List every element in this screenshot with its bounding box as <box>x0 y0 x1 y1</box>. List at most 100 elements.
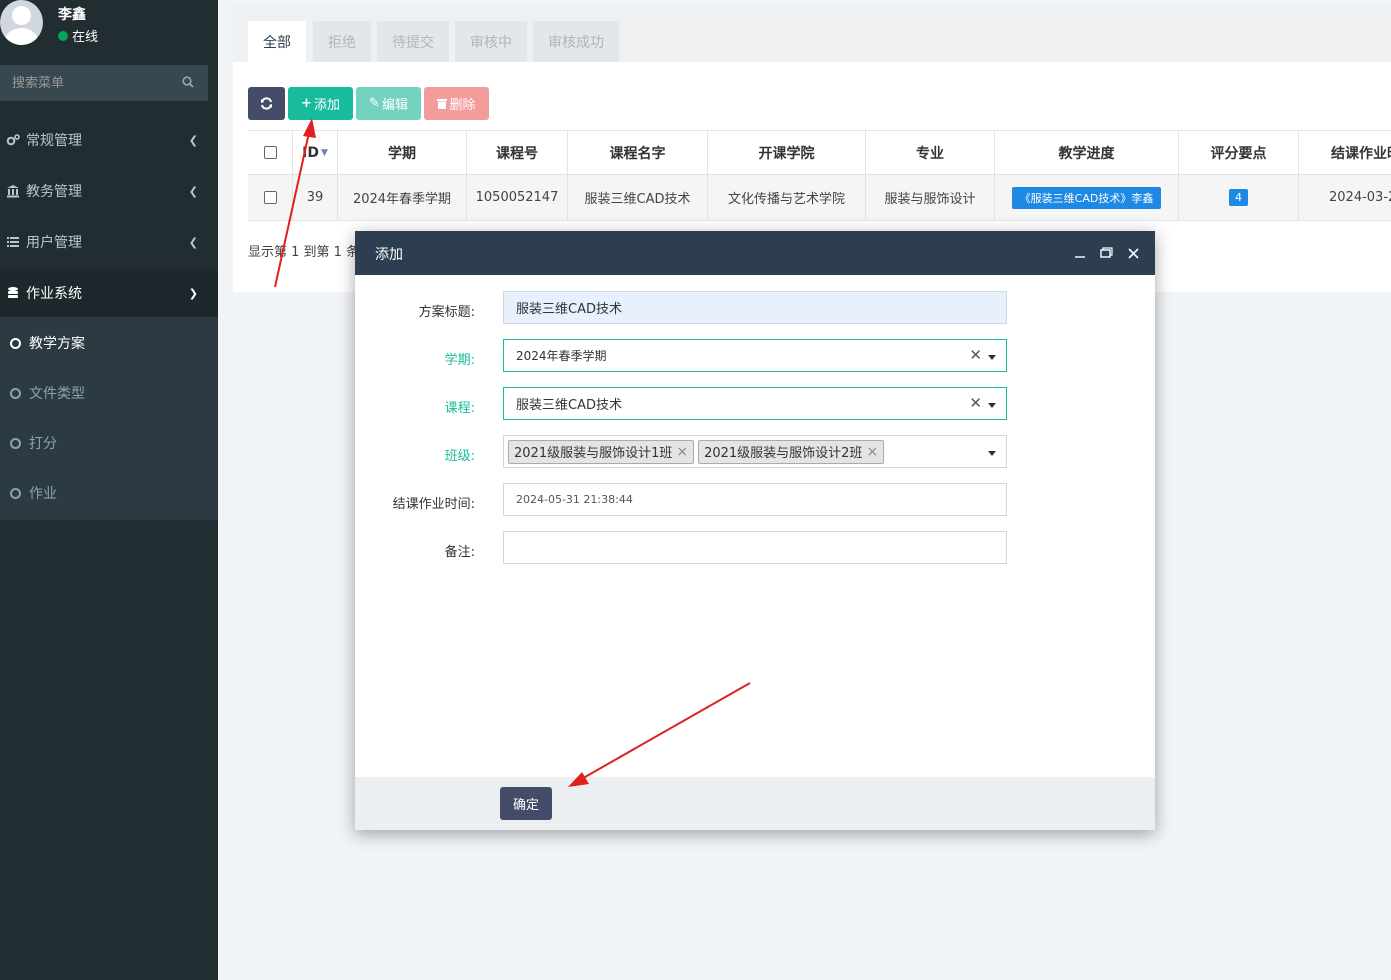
submenu-item-scoring[interactable]: 打分 <box>0 418 218 468</box>
header-progress: 教学进度 <box>995 131 1179 174</box>
pagination-info: 显示第 1 到第 1 条 <box>248 245 360 260</box>
header-scoring: 评分要点 <box>1179 131 1299 174</box>
class-tag: 2021级服装与服饰设计1班 × <box>508 439 695 464</box>
chevron-left-icon: ❮ <box>188 185 198 198</box>
remark-input[interactable] <box>503 531 1007 564</box>
list-icon <box>6 235 20 249</box>
user-status-text: 在线 <box>72 30 99 45</box>
edit-button-label: 编辑 <box>381 98 408 113</box>
scoring-badge[interactable]: 4 <box>1229 189 1248 206</box>
term-select[interactable]: 2024年春季学期 ✕ <box>503 339 1007 372</box>
tab-pending-submit[interactable]: 待提交 <box>377 21 449 62</box>
tab-bar: 全部 拒绝 待提交 审核中 审核成功 <box>233 5 1391 62</box>
tab-all[interactable]: 全部 <box>248 21 306 62</box>
caret-down-icon[interactable] <box>988 403 996 408</box>
submenu-item-homework[interactable]: 作业 <box>0 468 218 518</box>
clear-icon[interactable]: ✕ <box>969 346 982 364</box>
remark-label: 备注: <box>444 545 475 560</box>
add-modal: 添加 方案标题: 服装三维CAD技术 学期: 2024年春季学期 ✕ 课程: 服… <box>355 231 1155 830</box>
table-header-row: ID ▼ 学期 课程号 课程名字 开课学院 专业 教学进度 评分要点 结课作业时 <box>248 130 1391 175</box>
delete-button[interactable]: 删除 <box>424 87 489 120</box>
menu-item-general[interactable]: 常规管理 ❮ <box>0 116 218 164</box>
maximize-icon[interactable] <box>1099 244 1113 262</box>
deadline-value: 2024-05-31 21:38:44 <box>516 493 633 506</box>
select-all-checkbox[interactable] <box>263 146 277 159</box>
add-button[interactable]: + 添加 <box>288 87 353 120</box>
course-value: 服装三维CAD技术 <box>516 398 622 413</box>
plus-icon: + <box>301 96 312 111</box>
chevron-down-icon: ❯ <box>188 287 198 300</box>
tab-approved[interactable]: 审核成功 <box>533 21 619 62</box>
trash-icon <box>437 99 448 109</box>
circle-icon <box>10 437 21 449</box>
gears-icon <box>6 133 20 147</box>
submenu-item-label: 打分 <box>29 436 57 452</box>
search-icon[interactable] <box>182 76 194 88</box>
cell-id: 39 <box>293 175 338 220</box>
remove-tag-icon[interactable]: × <box>866 444 878 460</box>
menu-search <box>0 65 208 101</box>
minimize-icon[interactable] <box>1073 244 1087 262</box>
menu-item-homework[interactable]: 作业系统 ❯ <box>0 269 218 317</box>
circle-icon <box>10 487 21 499</box>
menu-item-label: 常规管理 <box>26 133 82 149</box>
cell-major: 服装与服饰设计 <box>866 175 995 220</box>
delete-button-label: 删除 <box>449 98 476 113</box>
submenu: 教学方案 文件类型 打分 作业 <box>0 317 218 520</box>
select-all-cell <box>248 131 293 174</box>
refresh-button[interactable] <box>248 87 285 120</box>
submenu-item-label: 教学方案 <box>29 336 85 352</box>
class-tag-label: 2021级服装与服饰设计2班 <box>704 446 863 461</box>
cell-deadline: 2024-03-23 1 <box>1329 190 1391 205</box>
user-name: 李鑫 <box>58 7 86 23</box>
pencil-icon: ✎ <box>369 96 380 111</box>
submenu-item-label: 作业 <box>29 486 57 502</box>
menu-search-input[interactable] <box>0 65 175 101</box>
table-row[interactable]: 39 2024年春季学期 1050052147 服装三维CAD技术 文化传播与艺… <box>248 175 1391 221</box>
tab-rejected[interactable]: 拒绝 <box>313 21 371 62</box>
user-status: 在线 <box>58 26 98 45</box>
database-icon <box>6 286 20 300</box>
chevron-left-icon: ❮ <box>188 236 198 249</box>
header-label: ID <box>302 144 319 161</box>
term-label: 学期: <box>444 353 475 368</box>
deadline-input[interactable]: 2024-05-31 21:38:44 <box>503 483 1007 516</box>
row-select-cell <box>248 175 293 220</box>
clear-icon[interactable]: ✕ <box>969 394 982 412</box>
cell-college: 文化传播与艺术学院 <box>708 175 866 220</box>
caret-down-icon[interactable] <box>988 451 996 456</box>
cell-term: 2024年春季学期 <box>338 175 467 220</box>
class-tag-label: 2021级服装与服饰设计1班 <box>514 446 673 461</box>
user-panel: 李鑫 在线 <box>0 0 218 60</box>
menu-item-users[interactable]: 用户管理 ❮ <box>0 218 218 266</box>
sidebar: 李鑫 在线 常规管理 ❮ 教务管理 ❮ 用户管理 ❮ <box>0 0 218 980</box>
class-label: 班级: <box>444 449 475 464</box>
cell-course-no: 1050052147 <box>467 175 568 220</box>
plan-title-label: 方案标题: <box>418 305 475 320</box>
course-select[interactable]: 服装三维CAD技术 ✕ <box>503 387 1007 420</box>
class-multiselect[interactable]: 2021级服装与服饰设计1班 × 2021级服装与服饰设计2班 × <box>503 435 1007 468</box>
modal-header: 添加 <box>355 231 1155 275</box>
circle-icon <box>10 387 21 399</box>
circle-icon <box>10 337 21 349</box>
tab-reviewing[interactable]: 审核中 <box>455 21 527 62</box>
progress-link[interactable]: 《服装三维CAD技术》李鑫 <box>1011 186 1162 209</box>
header-term: 学期 <box>338 131 467 174</box>
close-icon[interactable] <box>1126 244 1140 262</box>
edit-button[interactable]: ✎ 编辑 <box>356 87 421 120</box>
plan-title-input[interactable]: 服装三维CAD技术 <box>503 291 1007 324</box>
header-id[interactable]: ID ▼ <box>293 131 338 174</box>
bank-icon <box>6 184 20 198</box>
remove-tag-icon[interactable]: × <box>676 444 688 460</box>
cell-scoring: 4 <box>1179 175 1299 220</box>
menu-item-label: 作业系统 <box>26 286 82 302</box>
menu-item-academic[interactable]: 教务管理 ❮ <box>0 167 218 215</box>
submenu-item-file-type[interactable]: 文件类型 <box>0 368 218 418</box>
modal-title: 添加 <box>375 247 403 263</box>
course-label: 课程: <box>444 401 475 416</box>
caret-down-icon[interactable] <box>988 355 996 360</box>
submenu-item-teaching-plan[interactable]: 教学方案 <box>0 318 218 368</box>
confirm-button[interactable]: 确定 <box>500 787 552 820</box>
row-checkbox[interactable] <box>263 191 277 204</box>
plan-title-value: 服装三维CAD技术 <box>516 302 622 317</box>
